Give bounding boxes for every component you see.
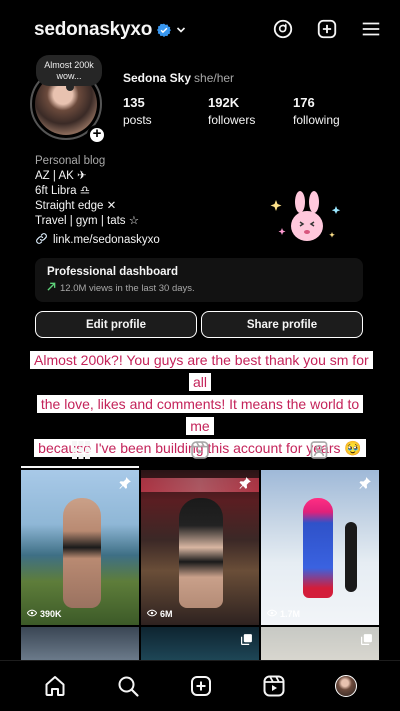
eye-icon <box>266 608 278 620</box>
pin-icon <box>238 476 252 490</box>
pin-icon <box>358 476 372 490</box>
bio-line: 6ft Libra ♎︎ <box>35 185 91 197</box>
bio-line: Travel | gym | tats ☆ <box>35 215 140 227</box>
username[interactable]: sedonaskyxo <box>34 19 152 41</box>
stat-followers-count: 192K <box>208 95 240 110</box>
pronouns: she/her <box>194 71 235 85</box>
post-thumbnail <box>63 498 101 608</box>
create-icon[interactable] <box>189 674 213 698</box>
profile-avatar[interactable] <box>335 675 358 697</box>
note-bubble[interactable]: Almost 200k wow... <box>36 55 102 91</box>
chevron-down-icon[interactable] <box>176 25 186 35</box>
verified-badge-icon <box>157 23 172 37</box>
bio-line: AZ | AK ✈︎ <box>35 170 87 182</box>
search-icon[interactable] <box>116 674 140 698</box>
dashboard-views-text: 12.0M views in the last 30 days. <box>60 282 195 294</box>
stat-posts-count: 135 <box>123 95 145 110</box>
post-tile[interactable]: 390K <box>21 470 139 625</box>
stat-followers-label: followers <box>208 113 256 127</box>
reels-icon[interactable] <box>262 674 286 698</box>
post-tile[interactable] <box>21 627 139 660</box>
snowboard <box>345 522 357 592</box>
tab-reels[interactable] <box>140 436 259 468</box>
profile-tabs <box>21 436 379 468</box>
post-tile[interactable]: 1.7M <box>261 470 379 625</box>
threads-icon[interactable] <box>272 18 294 40</box>
stat-following-label: following <box>293 113 340 127</box>
add-story-icon[interactable]: + <box>87 125 107 145</box>
display-name-text: Sedona Sky <box>123 71 192 85</box>
create-icon[interactable] <box>316 18 338 40</box>
bio-line: Straight edge ✕ <box>35 200 117 212</box>
link-icon <box>35 232 48 248</box>
pin-icon <box>118 476 132 490</box>
posts-grid: 390K 6M 1.7M <box>21 470 379 660</box>
tab-grid[interactable] <box>21 436 140 468</box>
view-count-text: 6M <box>160 609 173 619</box>
stat-following-count: 176 <box>293 95 315 110</box>
professional-dashboard[interactable]: Professional dashboard 12.0M views in th… <box>35 258 363 302</box>
bio: Personal blog AZ | AK ✈︎ 6ft Libra ♎︎ St… <box>35 154 139 229</box>
menu-icon[interactable] <box>360 18 382 40</box>
trend-up-icon <box>47 282 56 294</box>
post-tile[interactable] <box>141 627 259 660</box>
bio-link-text[interactable]: link.me/sedonaskyxo <box>53 234 160 246</box>
caption-line: the love, likes and comments! It means t… <box>36 395 364 435</box>
bottom-nav <box>0 660 400 711</box>
grid-icon <box>71 440 91 465</box>
stat-followers[interactable]: 192K followers <box>208 95 293 127</box>
home-icon[interactable] <box>43 674 67 698</box>
dashboard-subtitle: 12.0M views in the last 30 days. <box>47 282 351 294</box>
eye-icon <box>146 608 158 620</box>
carousel-icon <box>240 633 253 646</box>
post-thumbnail <box>179 498 223 608</box>
edit-profile-button[interactable]: Edit profile <box>35 311 197 338</box>
caption-line: Almost 200k?! You guys are the best than… <box>30 351 373 391</box>
share-profile-button[interactable]: Share profile <box>201 311 363 338</box>
top-bar: sedonaskyxo <box>0 0 400 60</box>
bio-link[interactable]: link.me/sedonaskyxo <box>35 232 160 248</box>
carousel-icon <box>360 633 373 646</box>
stat-posts-label: posts <box>123 113 152 127</box>
bio-category: Personal blog <box>35 155 106 167</box>
view-count: 6M <box>146 608 173 620</box>
view-count: 1.7M <box>266 608 301 620</box>
profile-stats: 135 posts 192K followers 176 following <box>123 95 378 127</box>
post-tile[interactable] <box>261 627 379 660</box>
post-tile[interactable]: 6M <box>141 470 259 625</box>
stat-following[interactable]: 176 following <box>293 95 378 127</box>
active-tab-indicator <box>21 466 139 468</box>
dashboard-title: Professional dashboard <box>47 266 179 278</box>
display-name: Sedona Sky she/her <box>123 71 234 85</box>
view-count-text: 390K <box>40 609 62 619</box>
view-count: 390K <box>26 608 62 620</box>
eye-icon <box>26 608 38 620</box>
reels-icon <box>190 440 210 465</box>
bunny-sticker-icon <box>270 190 344 250</box>
stat-posts[interactable]: 135 posts <box>123 95 208 127</box>
view-count-text: 1.7M <box>280 609 301 619</box>
tab-tagged[interactable] <box>260 436 379 468</box>
tagged-icon <box>309 440 329 465</box>
post-thumbnail <box>303 498 333 598</box>
